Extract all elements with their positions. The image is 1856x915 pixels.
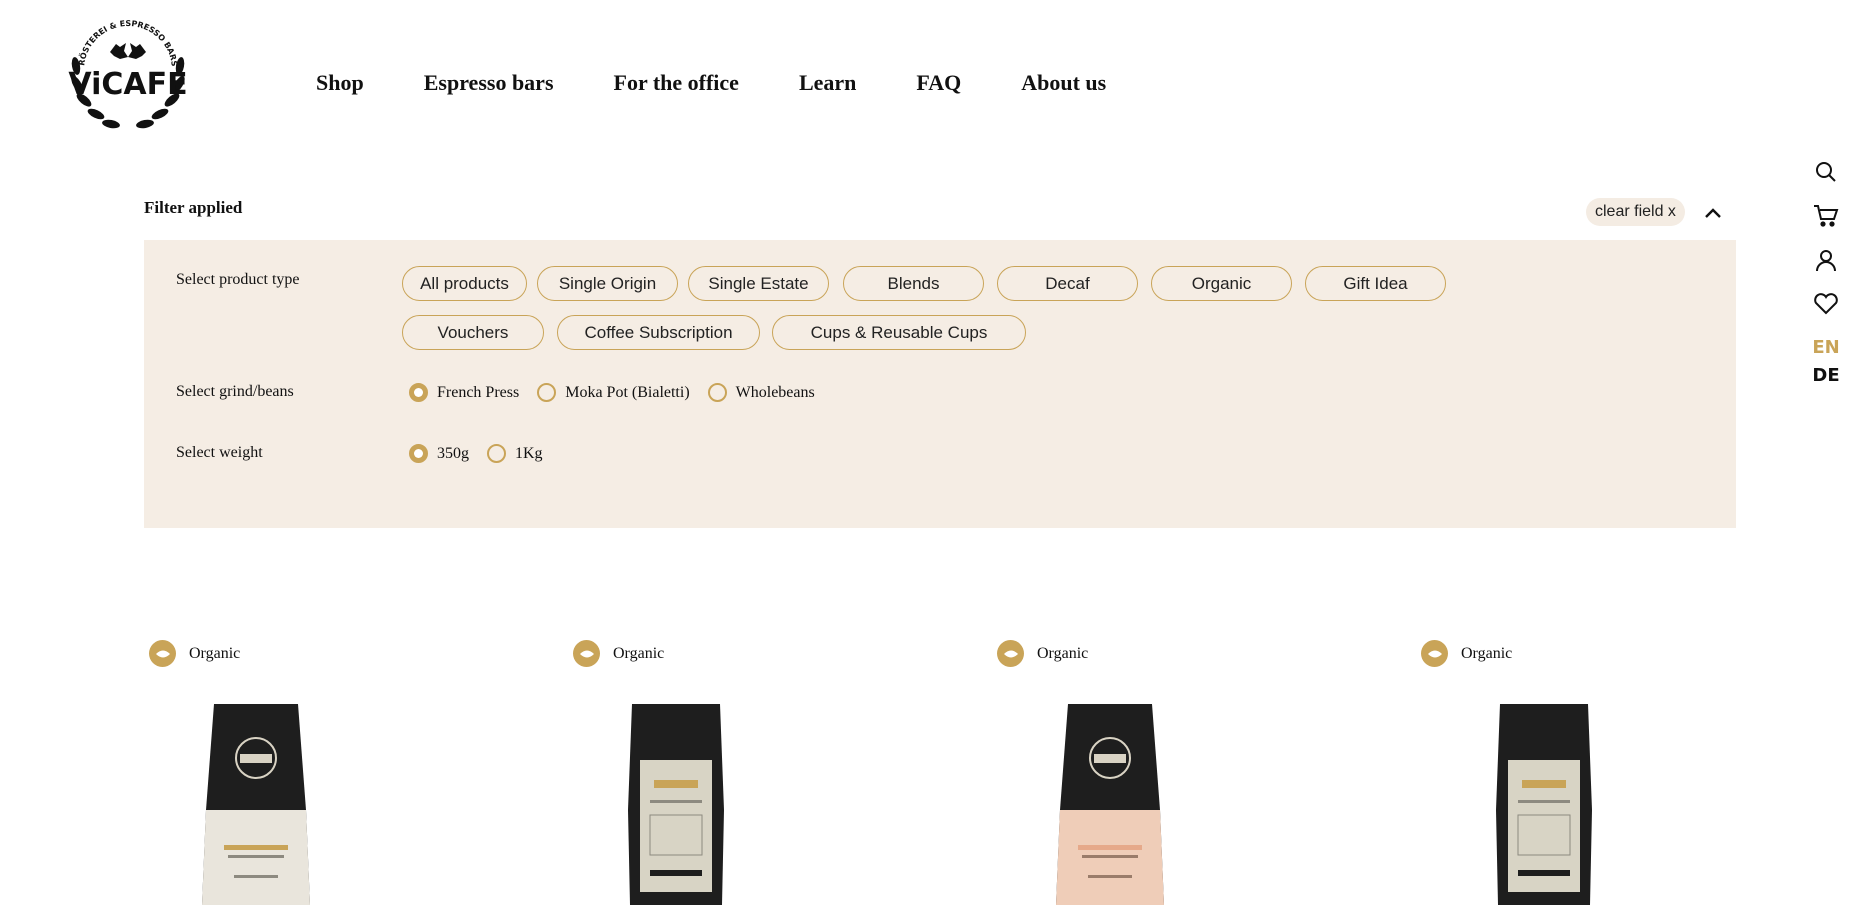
badge-label: Organic [1037, 644, 1089, 662]
cart-icon[interactable] [1812, 202, 1840, 230]
organic-leaf-icon [997, 640, 1024, 667]
organic-badge: Organic [992, 640, 1392, 667]
badge-label: Organic [613, 644, 665, 662]
nav-faq[interactable]: FAQ [916, 70, 961, 96]
chip-gift-idea[interactable]: Gift Idea [1305, 266, 1446, 301]
radio-label: 1Kg [515, 444, 543, 462]
radio-wholebeans[interactable]: Wholebeans [707, 383, 815, 402]
search-icon[interactable] [1812, 158, 1840, 186]
chip-cups-reusable-cups[interactable]: Cups & Reusable Cups [772, 315, 1026, 350]
utility-rail: EN DE [1806, 158, 1846, 390]
organic-leaf-icon [573, 640, 600, 667]
filter-title: Filter applied [144, 198, 243, 217]
account-icon[interactable] [1812, 246, 1840, 274]
nav-espresso-bars[interactable]: Espresso bars [424, 70, 554, 96]
main-nav: Shop Espresso bars For the office Learn … [316, 70, 1166, 96]
radio-checked-icon [409, 444, 428, 463]
logo-text: ViCAFE [68, 67, 187, 102]
nav-shop[interactable]: Shop [316, 70, 364, 96]
radio-350g[interactable]: 350g [409, 444, 469, 463]
chevron-up-icon [1705, 208, 1721, 218]
product-card[interactable]: Organic [568, 640, 968, 915]
radio-moka-pot[interactable]: Moka Pot (Bialetti) [537, 383, 690, 402]
radio-label: 350g [437, 444, 469, 462]
organic-leaf-icon [149, 640, 176, 667]
grind-radio-group: French Press Moka Pot (Bialetti) Wholebe… [409, 383, 833, 402]
radio-french-press[interactable]: French Press [409, 383, 519, 402]
filter-panel: Select product type All products Single … [144, 240, 1736, 528]
chip-organic[interactable]: Organic [1151, 266, 1292, 301]
weight-radio-group: 350g 1Kg [409, 444, 561, 463]
lang-de[interactable]: DE [1812, 362, 1839, 390]
weight-label: Select weight [176, 444, 263, 461]
radio-checked-icon [409, 383, 428, 402]
nav-about-us[interactable]: About us [1021, 70, 1106, 96]
collapse-filter-button[interactable] [1700, 200, 1726, 226]
radio-label: Moka Pot (Bialetti) [565, 383, 690, 401]
product-card[interactable]: Organic [144, 640, 544, 915]
radio-unchecked-icon [487, 444, 506, 463]
organic-leaf-icon [1421, 640, 1448, 667]
radio-unchecked-icon [707, 383, 727, 402]
organic-badge: Organic [1416, 640, 1816, 667]
product-type-label: Select product type [176, 271, 300, 288]
chip-single-estate[interactable]: Single Estate [688, 266, 829, 301]
svg-text:RÖSTEREI & ESPRESSO BARS: RÖSTEREI & ESPRESSO BARS [77, 19, 179, 67]
product-image[interactable] [1478, 700, 1608, 915]
chip-decaf[interactable]: Decaf [997, 266, 1138, 301]
product-image[interactable] [610, 700, 740, 915]
product-image[interactable] [1030, 700, 1190, 915]
lang-en[interactable]: EN [1812, 334, 1839, 362]
badge-label: Organic [189, 644, 241, 662]
product-image[interactable] [176, 700, 336, 915]
organic-badge: Organic [144, 640, 544, 667]
grind-label: Select grind/beans [176, 383, 294, 400]
chip-coffee-subscription[interactable]: Coffee Subscription [557, 315, 760, 350]
chip-blends[interactable]: Blends [843, 266, 984, 301]
badge-label: Organic [1461, 644, 1513, 662]
chip-vouchers[interactable]: Vouchers [402, 315, 544, 350]
logo-arc-text: RÖSTEREI & ESPRESSO BARS [77, 19, 179, 67]
radio-unchecked-icon [537, 383, 557, 402]
chip-all-products[interactable]: All products [402, 266, 527, 301]
radio-label: Wholebeans [735, 383, 815, 401]
clear-filter-button[interactable]: clear field x [1586, 198, 1685, 226]
nav-learn[interactable]: Learn [799, 70, 856, 96]
organic-badge: Organic [568, 640, 968, 667]
radio-label: French Press [437, 383, 520, 401]
nav-for-the-office[interactable]: For the office [614, 70, 739, 96]
product-card[interactable]: Organic [1416, 640, 1816, 915]
radio-1kg[interactable]: 1Kg [487, 444, 543, 463]
heart-icon[interactable] [1812, 290, 1840, 318]
product-card[interactable]: Organic [992, 640, 1392, 915]
chip-single-origin[interactable]: Single Origin [537, 266, 678, 301]
brand-logo[interactable]: RÖSTEREI & ESPRESSO BARS ViCAFE [62, 8, 194, 136]
